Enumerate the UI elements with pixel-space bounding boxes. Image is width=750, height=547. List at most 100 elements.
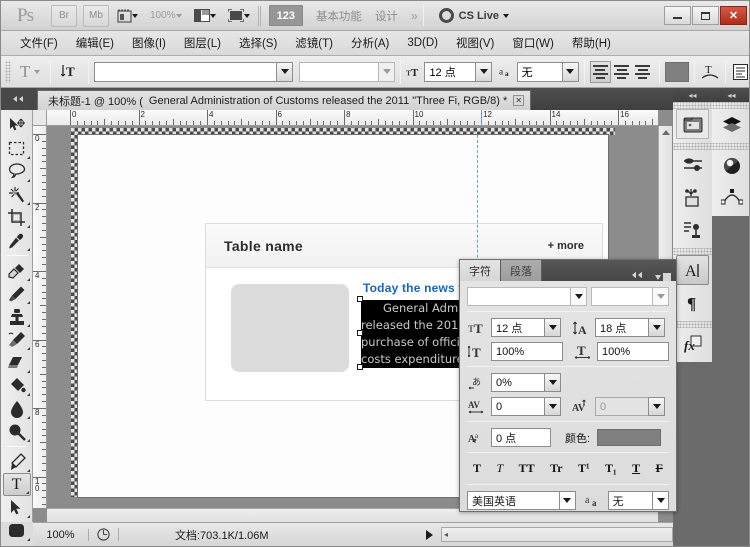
font-style-value[interactable] xyxy=(299,62,379,82)
clone-stamp-tool[interactable] xyxy=(3,305,31,328)
menu-3d[interactable]: 3D(D) xyxy=(398,34,447,52)
minimize-button[interactable] xyxy=(664,6,691,25)
cp-font-size-value[interactable]: 12 点 xyxy=(491,318,545,337)
cp-baseline-shift-value[interactable]: 0 点 xyxy=(491,428,551,447)
eraser-tool[interactable] xyxy=(3,351,31,374)
color-panel-icon[interactable] xyxy=(715,150,748,180)
menu-layer[interactable]: 图层(L) xyxy=(175,32,230,54)
cp-kerning-select[interactable]: 0 xyxy=(595,397,665,416)
styles-panel-icon[interactable]: fx xyxy=(676,328,709,358)
status-document-info[interactable]: 文档:703.1K/1.06M xyxy=(119,527,426,543)
font-size-value[interactable]: 12 点 xyxy=(424,62,476,82)
cp-tracking-value[interactable]: 0 xyxy=(491,397,545,416)
eyedropper-tool[interactable] xyxy=(3,229,31,252)
lasso-tool[interactable] xyxy=(3,160,31,183)
transform-handle-bl[interactable] xyxy=(357,364,363,370)
font-size-select[interactable]: 12 点 xyxy=(424,62,492,82)
status-expand-arrow[interactable] xyxy=(426,530,433,540)
vertical-ruler[interactable]: 024681012 xyxy=(33,126,47,508)
scroll-up-icon[interactable] xyxy=(662,130,670,135)
tab-character[interactable]: 字符 xyxy=(460,260,501,281)
masks-panel-icon[interactable] xyxy=(676,182,709,212)
healing-brush-tool[interactable] xyxy=(3,259,31,282)
character-panel-icon[interactable]: A xyxy=(676,255,709,285)
magic-wand-tool[interactable] xyxy=(3,183,31,206)
move-tool[interactable] xyxy=(3,114,31,137)
cp-proportional-spacing-select[interactable]: 0% xyxy=(491,373,561,392)
menu-help[interactable]: 帮助(H) xyxy=(563,32,620,54)
subscript-button[interactable]: T₁ xyxy=(605,461,617,476)
cp-font-family-select[interactable] xyxy=(467,287,587,306)
menu-select[interactable]: 选择(S) xyxy=(230,32,286,54)
dock-group-grip[interactable] xyxy=(673,321,712,328)
cp-language-select[interactable]: 美国英语 xyxy=(467,491,576,510)
cp-kerning-value[interactable]: 0 xyxy=(595,397,649,416)
history-panel-icon[interactable] xyxy=(676,214,709,244)
dock-group-grip[interactable] xyxy=(712,102,750,109)
align-right-button[interactable] xyxy=(632,61,653,83)
cs-live-button[interactable]: CS Live xyxy=(439,8,509,23)
zoom-level-display[interactable]: 100% xyxy=(146,5,186,27)
ruler-origin[interactable] xyxy=(33,110,47,126)
workspace-more-button[interactable]: » xyxy=(411,9,418,23)
cp-proportional-spacing-value[interactable]: 0% xyxy=(491,373,545,392)
cp-language-value[interactable]: 美国英语 xyxy=(467,491,560,510)
cp-font-family-value[interactable] xyxy=(467,287,571,306)
toggle-character-panel-button[interactable] xyxy=(731,64,750,80)
superscript-button[interactable]: T¹ xyxy=(578,461,590,476)
menu-filter[interactable]: 滤镜(T) xyxy=(286,32,342,54)
rounded-rectangle-tool[interactable] xyxy=(3,519,31,542)
menu-image[interactable]: 图像(I) xyxy=(123,32,175,54)
cp-font-style-value[interactable] xyxy=(591,287,653,306)
dock-group-grip[interactable] xyxy=(673,102,712,109)
transform-handle-tl[interactable] xyxy=(357,296,363,302)
adjustments-panel-icon[interactable] xyxy=(676,150,709,180)
align-center-button[interactable] xyxy=(611,61,632,83)
arrange-documents-button[interactable] xyxy=(190,5,220,27)
tool-preset-picker[interactable]: T xyxy=(15,62,45,82)
font-size-dropdown-arrow[interactable] xyxy=(475,62,492,82)
font-family-select[interactable] xyxy=(94,62,293,82)
collapse-left-column-button[interactable]: ◂◂ xyxy=(673,88,712,102)
faux-italic-button[interactable]: T xyxy=(496,461,503,476)
maximize-button[interactable] xyxy=(692,6,719,25)
crop-tool[interactable] xyxy=(3,206,31,229)
cp-leading-value[interactable]: 18 点 xyxy=(595,318,649,337)
pen-tool[interactable] xyxy=(3,450,31,473)
dodge-tool[interactable] xyxy=(3,420,31,443)
strikethrough-button[interactable]: F xyxy=(656,461,663,476)
paragraph-panel-icon[interactable]: ¶ xyxy=(676,287,709,317)
options-bar-grip[interactable] xyxy=(5,61,11,83)
status-zoom-field[interactable]: 100% xyxy=(33,529,89,541)
align-left-button[interactable] xyxy=(590,61,611,83)
rectangular-marquee-tool[interactable] xyxy=(3,137,31,160)
font-style-select[interactable] xyxy=(299,62,395,82)
cp-color-swatch[interactable] xyxy=(597,429,661,446)
cp-font-size-dropdown-arrow[interactable] xyxy=(544,318,561,337)
scroll-left-icon[interactable]: ◂ xyxy=(444,530,448,539)
brush-tool[interactable] xyxy=(3,282,31,305)
mini-bridge-panel-icon[interactable] xyxy=(676,109,709,139)
transform-handle-ml[interactable] xyxy=(357,330,363,336)
cp-font-style-select[interactable] xyxy=(591,287,669,306)
all-caps-button[interactable]: TT xyxy=(519,461,535,476)
cp-font-family-dropdown-arrow[interactable] xyxy=(570,287,587,306)
small-caps-button[interactable]: Tr xyxy=(550,461,562,476)
horizontal-ruler[interactable]: 02468101214161820 xyxy=(47,110,658,126)
cp-tracking-select[interactable]: 0 xyxy=(491,397,561,416)
menu-file[interactable]: 文件(F) xyxy=(11,32,67,54)
menu-analysis[interactable]: 分析(A) xyxy=(342,32,398,54)
cp-anti-alias-dropdown-arrow[interactable] xyxy=(652,491,669,510)
cp-font-style-dropdown-arrow[interactable] xyxy=(652,287,669,306)
path-selection-tool[interactable] xyxy=(3,496,31,519)
cp-vertical-scale-value[interactable]: 100% xyxy=(491,342,563,361)
collapse-to-icons-icon[interactable] xyxy=(627,271,650,281)
more-link[interactable]: + more xyxy=(548,240,584,252)
warp-text-button[interactable]: T xyxy=(700,63,720,81)
view-extras-button[interactable] xyxy=(113,5,142,27)
anti-alias-value[interactable]: 无 xyxy=(517,62,563,82)
cp-proportional-spacing-dropdown-arrow[interactable] xyxy=(544,373,561,392)
anti-alias-dropdown-arrow[interactable] xyxy=(562,62,579,82)
panel-menu-icon[interactable] xyxy=(650,273,676,281)
cp-leading-select[interactable]: 18 点 xyxy=(595,318,665,337)
